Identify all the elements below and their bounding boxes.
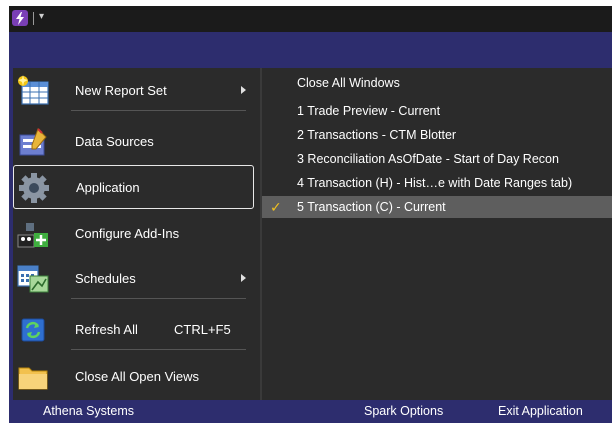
gear-icon — [19, 173, 49, 203]
menu-item-schedules[interactable]: Schedules — [13, 257, 254, 301]
exit-application-button[interactable]: Exit Application — [498, 400, 583, 423]
menu-item-configure-add-ins[interactable]: Configure Add-Ins — [13, 212, 254, 256]
menu-item-application[interactable]: Application — [13, 165, 254, 209]
menu-item-data-sources[interactable]: Data Sources — [13, 120, 254, 164]
spreadsheet-new-icon — [18, 75, 49, 105]
recent-windows-pane: Close All Windows 1 Trade Preview - Curr… — [262, 68, 612, 400]
menu-separator — [71, 110, 246, 111]
add-ins-icon — [17, 223, 48, 248]
calendar-icon — [17, 265, 49, 293]
menu-item-label: Refresh All — [75, 322, 138, 337]
recent-window-label: 5 Transaction (C) - Current — [297, 200, 446, 214]
menu-item-new-report-set[interactable]: New Report Set — [13, 69, 254, 113]
recent-window-label: 4 Transaction (H) - Hist…e with Date Ran… — [297, 176, 573, 190]
menu-item-label: Application — [76, 180, 140, 195]
menu-separator — [71, 298, 246, 299]
data-sources-icon — [19, 128, 47, 156]
quick-access-dropdown-icon[interactable]: ▾ — [39, 11, 44, 22]
close-all-windows-label: Close All Windows — [297, 76, 400, 90]
recent-window-item[interactable]: 2 Transactions - CTM Blotter — [262, 124, 612, 146]
spark-options-button[interactable]: Spark Options — [364, 400, 443, 423]
recent-window-item[interactable]: 1 Trade Preview - Current — [262, 100, 612, 122]
recent-window-label: 1 Trade Preview - Current — [297, 104, 441, 118]
menu-footer: Athena Systems Spark Options Exit Applic… — [9, 400, 612, 423]
recent-window-label: 2 Transactions - CTM Blotter — [297, 128, 457, 142]
menu-item-shortcut: CTRL+F5 — [174, 322, 231, 337]
company-name: Athena Systems — [43, 404, 135, 418]
submenu-arrow-icon — [241, 86, 246, 94]
folder-icon — [18, 367, 48, 390]
refresh-icon — [21, 318, 45, 342]
menu-item-close-all-open-views[interactable]: Close All Open Views — [13, 355, 254, 399]
quick-access-separator — [33, 12, 34, 25]
checkmark-icon: ✓ — [270, 199, 282, 215]
recent-window-item-active[interactable]: ✓ 5 Transaction (C) - Current — [262, 196, 612, 218]
menu-item-label: Schedules — [75, 271, 136, 286]
submenu-arrow-icon — [241, 274, 246, 282]
menu-item-label: New Report Set — [75, 83, 167, 98]
close-all-windows-item[interactable]: Close All Windows — [262, 72, 612, 94]
menu-item-label: Close All Open Views — [75, 369, 200, 384]
menu-item-label: Data Sources — [75, 134, 154, 149]
spark-lightning-icon[interactable] — [12, 10, 28, 26]
recent-window-item[interactable]: 4 Transaction (H) - Hist…e with Date Ran… — [262, 172, 612, 194]
recent-window-label: 3 Reconciliation AsOfDate - Start of Day… — [297, 152, 559, 166]
title-bar: ▾ — [9, 6, 612, 32]
recent-window-item[interactable]: 3 Reconciliation AsOfDate - Start of Day… — [262, 148, 612, 170]
ribbon-band — [9, 32, 612, 68]
menu-separator — [71, 349, 246, 350]
application-window: ▾ New Report Set Data Sources Applicatio… — [9, 6, 612, 423]
menu-item-label: Configure Add-Ins — [75, 226, 180, 241]
menu-item-refresh-all[interactable]: Refresh All CTRL+F5 — [13, 308, 254, 352]
